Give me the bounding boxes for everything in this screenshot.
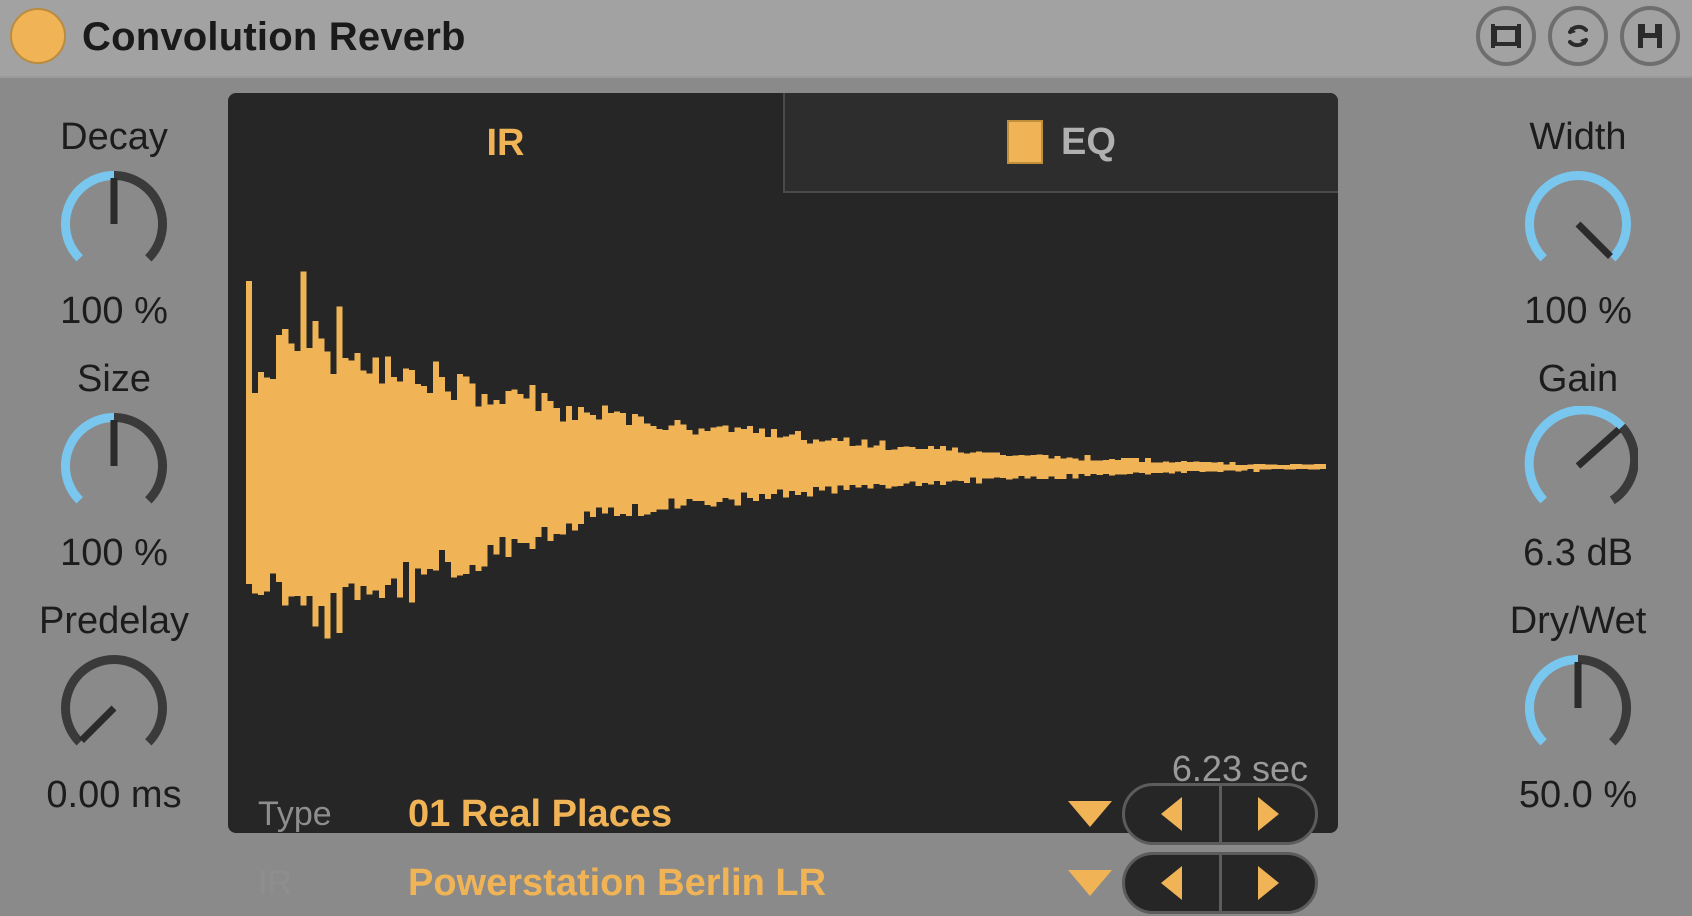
next-arrow-icon [1258,866,1279,900]
tab-ir-label: IR [487,122,525,165]
ir-label: IR [258,850,408,916]
type-next-button[interactable] [1219,786,1316,842]
panel-tab-bar: IR EQ [228,93,1338,193]
tab-eq[interactable]: EQ [783,93,1338,193]
type-value[interactable]: 01 Real Places [408,781,672,847]
type-chevron-down-icon[interactable] [1068,801,1112,827]
type-nav-group [1122,783,1318,845]
next-arrow-icon [1258,797,1279,831]
knob-size-dial[interactable] [0,402,228,530]
knob-width-label: Width [1464,114,1692,160]
device-power-toggle[interactable] [10,8,66,64]
ir-chevron-down-icon[interactable] [1068,870,1112,896]
right-parameter-column: Width 100 % Gain 6.3 dB Dry/Wet [1464,92,1692,854]
knob-size-label: Size [0,356,228,402]
knob-gain-label: Gain [1464,356,1692,402]
ir-nav-group [1122,852,1318,914]
knob-predelay[interactable]: Predelay 0.00 ms [0,598,228,818]
knob-gain-value: 6.3 dB [1464,530,1692,576]
knob-predelay-value: 0.00 ms [0,772,228,818]
knob-width[interactable]: Width 100 % [1464,114,1692,334]
knob-drywet-value: 50.0 % [1464,772,1692,818]
device-title-bar: Convolution Reverb [0,0,1692,78]
control-row-ir: IR Powerstation Berlin LR [228,850,1338,916]
knob-gain[interactable]: Gain 6.3 dB [1464,356,1692,576]
tab-eq-label: EQ [1061,121,1116,164]
ir-next-button[interactable] [1219,855,1316,911]
knob-width-dial[interactable] [1464,160,1692,288]
knob-decay-dial[interactable] [0,160,228,288]
eq-enable-checkbox[interactable] [1007,120,1043,164]
left-parameter-column: Decay 100 % Size 100 % Predelay [0,92,228,854]
knob-size-value: 100 % [0,530,228,576]
ir-prev-button[interactable] [1125,855,1219,911]
knob-decay[interactable]: Decay 100 % [0,114,228,334]
save-disk-icon[interactable] [1620,6,1680,66]
page-title: Convolution Reverb [82,10,466,64]
knob-decay-value: 100 % [0,288,228,334]
prev-arrow-icon [1161,797,1182,831]
knob-predelay-dial[interactable] [0,644,228,772]
swap-reload-icon[interactable] [1548,6,1608,66]
knob-predelay-label: Predelay [0,598,228,644]
control-row-type: Type 01 Real Places [228,781,1338,847]
knob-size[interactable]: Size 100 % [0,356,228,576]
device-rack-icon[interactable] [1476,6,1536,66]
tab-ir[interactable]: IR [228,93,783,193]
type-label: Type [258,781,408,847]
knob-decay-label: Decay [0,114,228,160]
knob-drywet[interactable]: Dry/Wet 50.0 % [1464,598,1692,818]
prev-arrow-icon [1161,866,1182,900]
knob-drywet-dial[interactable] [1464,644,1692,772]
knob-width-value: 100 % [1464,288,1692,334]
ir-value[interactable]: Powerstation Berlin LR [408,850,826,916]
impulse-response-waveform[interactable] [240,203,1326,683]
knob-drywet-label: Dry/Wet [1464,598,1692,644]
ir-display-panel: IR EQ 6.23 sec Type 01 Real Places IR Po… [228,93,1338,833]
type-prev-button[interactable] [1125,786,1219,842]
title-bar-icon-group [1476,6,1680,66]
knob-gain-dial[interactable] [1464,402,1692,530]
